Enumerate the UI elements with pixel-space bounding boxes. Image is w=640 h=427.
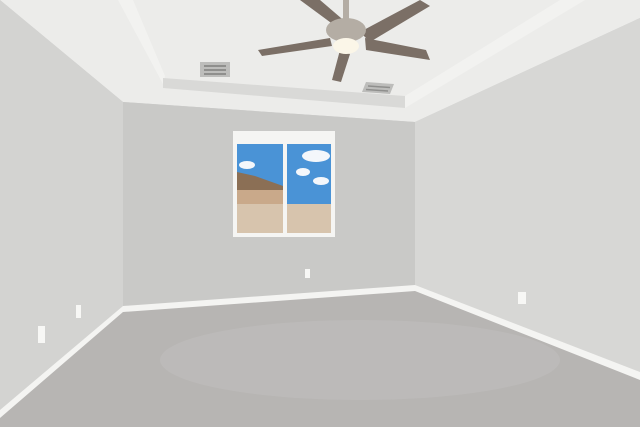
wall-outlet (38, 326, 45, 343)
cloud (313, 177, 329, 185)
carpet-highlight (160, 320, 560, 400)
window-header (233, 136, 335, 144)
fan-downrod (343, 0, 349, 20)
window-mullion (283, 140, 287, 235)
ceiling-vent-right (362, 82, 394, 94)
fan-light-bulb (333, 38, 359, 54)
window (233, 131, 335, 237)
wall-outlet (305, 269, 310, 278)
cloud (296, 168, 310, 176)
wall-outlet (518, 292, 526, 304)
wall-outlet (76, 305, 81, 318)
cloud (302, 150, 330, 162)
room-scene (0, 0, 640, 427)
neighbor-house (237, 190, 287, 206)
ceiling-vent-left (200, 62, 230, 77)
cloud (239, 161, 255, 169)
